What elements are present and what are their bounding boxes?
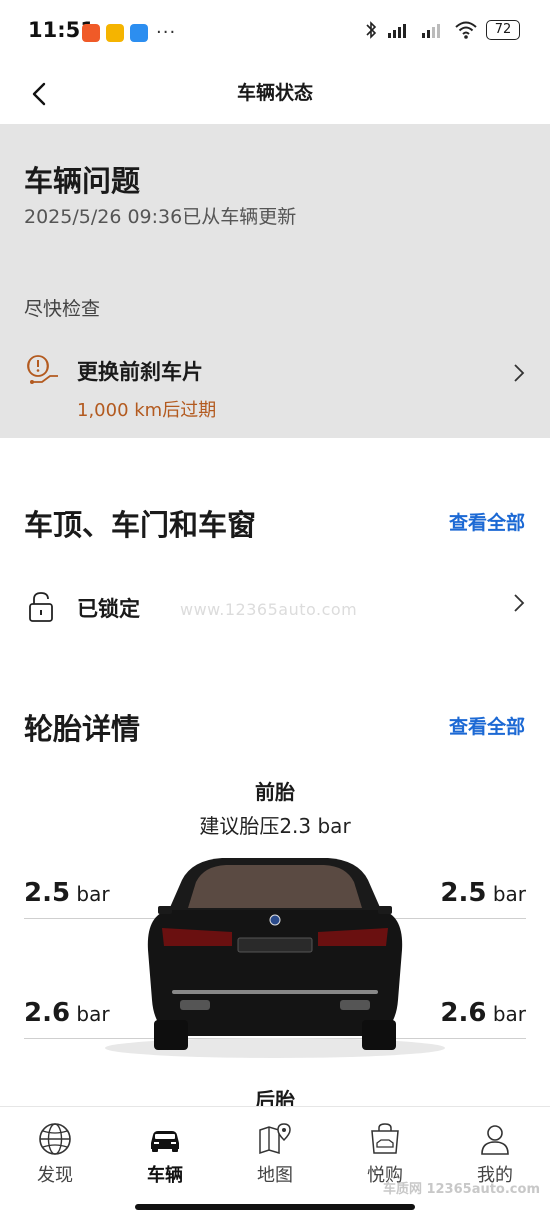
wifi-icon — [455, 21, 477, 39]
nav-vehicle[interactable]: 车辆 — [110, 1107, 220, 1200]
signal-2-icon — [422, 24, 440, 38]
nav-label-vehicle: 车辆 — [147, 1165, 183, 1186]
tires-see-all-link[interactable]: 查看全部 — [449, 712, 525, 739]
person-icon — [481, 1125, 509, 1155]
issues-title: 车辆问题 — [24, 164, 141, 198]
map-icon — [259, 1123, 291, 1155]
chevron-right-icon — [514, 594, 525, 612]
car-icon — [151, 1131, 179, 1152]
nav-label-map: 地图 — [257, 1165, 293, 1186]
car-rear-image — [105, 858, 445, 1058]
issues-updated-time: 2025/5/26 09:36已从车辆更新 — [24, 206, 297, 228]
page-title: 车辆状态 — [236, 82, 313, 104]
roof-doors-windows-title: 车顶、车门和车窗 — [24, 508, 257, 542]
home-indicator-bar[interactable] — [135, 1204, 415, 1210]
roof-see-all-link[interactable]: 查看全部 — [449, 508, 525, 535]
front-tire-title: 前胎 — [255, 780, 295, 804]
issue-item-brake-pads[interactable]: 更换前刹车片 1,000 km后过期 — [0, 344, 550, 424]
lock-status-label: 已锁定 — [77, 597, 140, 621]
corner-watermark: 车质网 12365auto.com — [382, 1182, 540, 1197]
watermark: www.12365auto.com — [180, 600, 358, 619]
nav-discover[interactable]: 发现 — [0, 1107, 110, 1200]
vehicle-issues-section: 车辆问题 2025/5/26 09:36已从车辆更新 尽快检查 更换前刹车片 1… — [0, 124, 550, 438]
app-blue-icon — [130, 23, 148, 42]
status-bar: 11:51 ··· 72 — [0, 0, 550, 62]
issue-due: 1,000 km后过期 — [77, 400, 217, 421]
status-indicators: 72 — [364, 20, 520, 40]
shopping-bag-icon — [371, 1123, 399, 1154]
front-tire-recommendation: 建议胎压2.3 bar — [199, 814, 351, 838]
status-app-icons: ··· — [82, 22, 176, 43]
nav-map[interactable]: 地图 — [220, 1107, 330, 1200]
bluetooth-icon — [366, 21, 377, 39]
lock-status-row[interactable]: 已锁定 www.12365auto.com — [0, 578, 550, 638]
unlock-icon — [29, 592, 53, 622]
globe-icon — [39, 1123, 71, 1155]
signal-icon — [388, 24, 406, 38]
check-soon-label: 尽快检查 — [24, 298, 101, 320]
app-header: 车辆状态 — [0, 62, 550, 124]
app-notes-icon — [106, 23, 124, 42]
issue-name: 更换前刹车片 — [77, 360, 203, 384]
battery-level: 72 — [486, 20, 520, 40]
nav-label-discover: 发现 — [37, 1165, 73, 1186]
chevron-right-icon — [514, 364, 525, 382]
more-notifications-icon: ··· — [156, 22, 177, 43]
home-indicator-area — [0, 1200, 550, 1222]
tire-details-title: 轮胎详情 — [24, 712, 141, 746]
app-58-icon — [82, 23, 100, 42]
brake-warning-icon — [27, 355, 58, 384]
